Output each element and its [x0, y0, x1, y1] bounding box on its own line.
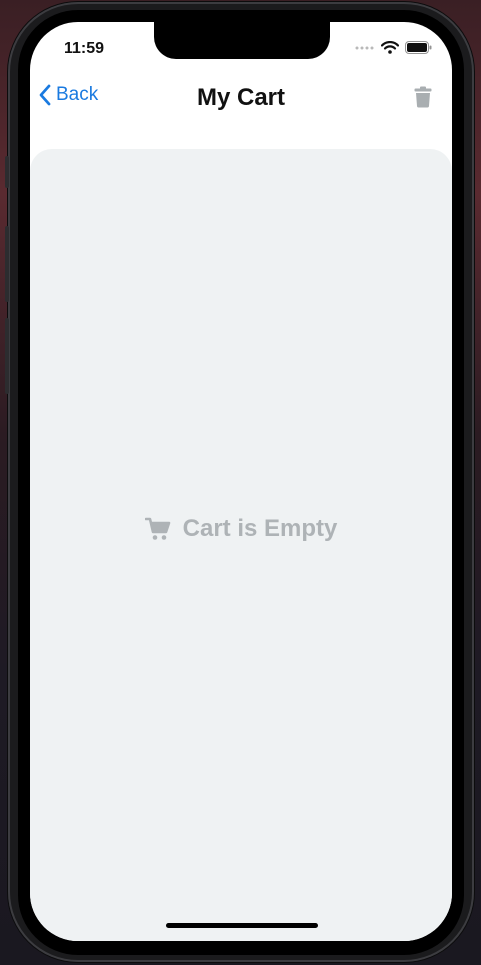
- wifi-icon: [381, 41, 399, 54]
- empty-cart-message: Cart is Empty: [182, 515, 338, 542]
- delete-all-button[interactable]: [414, 86, 432, 113]
- volume-up-button: [5, 226, 9, 302]
- cart-icon: [144, 517, 170, 540]
- signal-dots-icon: [355, 46, 374, 49]
- home-indicator[interactable]: [166, 923, 318, 928]
- mute-switch: [5, 156, 9, 188]
- page-title: My Cart: [196, 84, 286, 111]
- battery-icon: [405, 41, 432, 54]
- navigation-bar: Back My Cart: [30, 78, 452, 122]
- cart-content: Cart is Empty: [30, 149, 452, 941]
- notch: [154, 22, 330, 59]
- status-time: 11:59: [64, 40, 105, 57]
- volume-down-button: [5, 318, 9, 394]
- empty-cart-state: Cart is Empty: [30, 515, 452, 543]
- trash-icon: [414, 86, 432, 108]
- app-screen: 11:59 Back My Cart Cart is Empty: [30, 22, 452, 941]
- status-icons: [355, 41, 432, 54]
